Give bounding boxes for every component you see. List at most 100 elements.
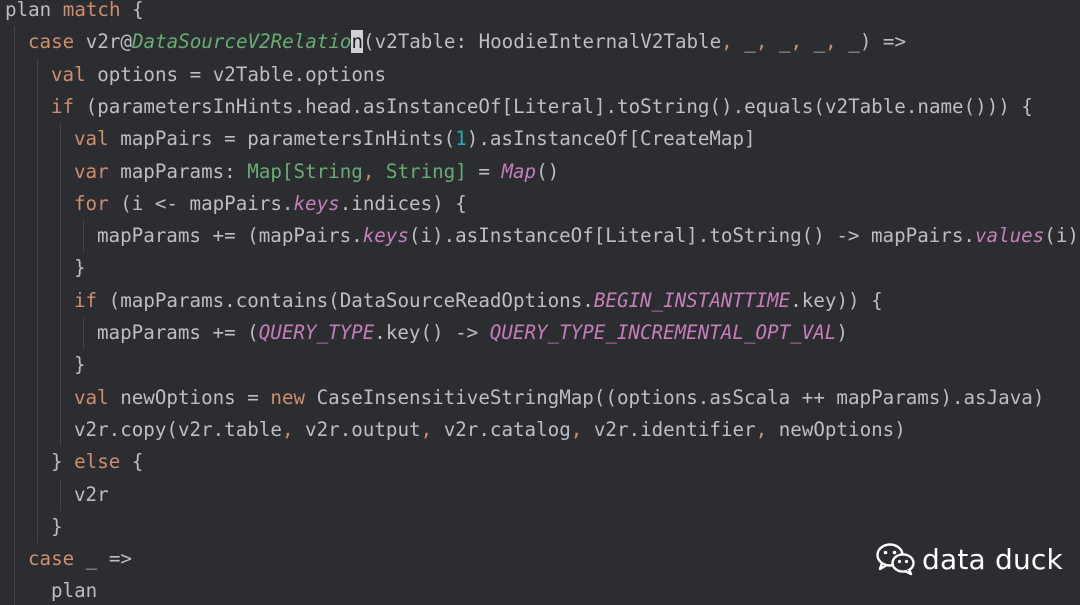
code-token: _ => — [74, 547, 132, 571]
watermark: data duck — [876, 538, 1063, 580]
code-token: val — [51, 62, 86, 86]
code-line[interactable]: } else { — [51, 446, 143, 478]
code-token: } — [51, 450, 75, 474]
code-line[interactable]: v2r.copy(v2r.table, v2r.output, v2r.cata… — [74, 414, 906, 446]
code-token: ).asInstanceOf[CreateMap] — [466, 127, 756, 151]
code-token: mapPairs = parametersInHints( — [108, 127, 456, 151]
code-token: match — [62, 0, 121, 21]
code-line[interactable]: if (parametersInHints.head.asInstanceOf[… — [51, 91, 1033, 123]
code-token: , — [570, 417, 594, 441]
code-token: (i).asInstanceOf[Literal].toString() -> … — [408, 224, 975, 248]
code-token: var — [74, 159, 109, 183]
code-token: _ — [778, 30, 791, 54]
code-line[interactable]: val mapPairs = parametersInHints(1).asIn… — [74, 123, 756, 155]
indent-guide — [14, 26, 15, 605]
code-token: (parametersInHints.head.asInstanceOf[Lit… — [74, 94, 1033, 118]
code-token: else — [74, 450, 121, 474]
code-line[interactable]: val newOptions = new CaseInsensitiveStri… — [74, 382, 1044, 414]
code-line[interactable]: mapParams += (mapPairs.keys(i).asInstanc… — [97, 220, 1080, 252]
code-token: Map[String — [247, 159, 363, 183]
code-token: Map — [501, 159, 537, 183]
text-cursor: n — [351, 30, 364, 54]
code-token: .key)) { — [790, 288, 883, 312]
code-token: QUERY_TYPE_INCREMENTAL_OPT_VAL — [489, 321, 837, 344]
code-token: , — [721, 30, 745, 54]
code-token: val — [74, 385, 109, 409]
code-token: 1 — [455, 127, 467, 151]
code-line[interactable]: } — [74, 349, 86, 381]
code-token: (i). — [1044, 224, 1080, 248]
code-token: keys — [293, 191, 340, 215]
code-token: plan — [51, 579, 98, 603]
code-token: (mapParams.contains(DataSourceReadOption… — [97, 288, 594, 312]
code-token: plan — [5, 0, 63, 21]
code-token: newOptions) — [778, 417, 906, 441]
code-token: keys — [362, 224, 409, 248]
code-line[interactable]: mapParams += (QUERY_TYPE.key() -> QUERY_… — [97, 317, 848, 349]
code-token: (v2Table: HoodieInternalV2Table — [363, 30, 722, 54]
code-line[interactable]: v2r — [74, 479, 109, 511]
code-token: if — [51, 94, 75, 118]
code-token: , — [755, 30, 779, 54]
code-line[interactable]: if (mapParams.contains(DataSourceReadOpt… — [74, 285, 883, 317]
code-token: .indices) { — [339, 191, 467, 215]
code-line[interactable]: } — [74, 252, 86, 284]
indent-guide — [60, 478, 61, 511]
wechat-icon — [876, 543, 915, 576]
code-token: , — [362, 159, 386, 183]
code-token: .key() -> — [374, 321, 490, 344]
code-token: (i <- mapPairs. — [108, 191, 294, 215]
code-token: , — [755, 417, 779, 441]
code-token: , — [790, 30, 814, 54]
code-token: () — [536, 159, 560, 183]
code-token: , — [281, 417, 306, 441]
code-line[interactable]: for (i <- mapPairs.keys.indices) { — [74, 188, 467, 220]
code-token: DataSourceV2Relatio — [131, 30, 352, 54]
code-token: options = v2Table.options — [85, 62, 387, 86]
code-token: = — [466, 159, 502, 183]
code-token: mapParams += ( — [97, 321, 259, 344]
code-line[interactable]: var mapParams: Map[String, String] = Map… — [74, 156, 559, 188]
code-token: v2r.identifier — [593, 417, 756, 441]
code-line[interactable]: } — [51, 511, 63, 543]
code-token: String] — [385, 159, 467, 183]
code-line[interactable]: case v2r@DataSourceV2Relation(v2Table: H… — [28, 26, 906, 58]
code-line[interactable]: val options = v2Table.options — [51, 59, 386, 91]
indent-guide — [83, 220, 84, 253]
indent-guide — [37, 58, 38, 544]
code-line[interactable]: case _ => — [28, 543, 132, 575]
code-token: } — [51, 514, 63, 538]
code-line[interactable]: plan match { — [5, 0, 144, 26]
code-token: QUERY_TYPE — [258, 321, 375, 344]
code-token: _ — [744, 30, 756, 54]
code-token: CaseInsensitiveStringMap((options.asScal… — [305, 385, 1045, 409]
watermark-text: data duck — [922, 542, 1063, 576]
code-token: for — [74, 191, 109, 215]
indent-guide — [83, 317, 84, 350]
code-token: ) — [836, 321, 848, 344]
indent-guide — [60, 123, 61, 447]
code-token: _ — [813, 30, 826, 54]
code-token: { — [120, 450, 144, 474]
code-token: } — [74, 256, 86, 280]
code-token: case — [28, 547, 75, 571]
code-token: v2r — [74, 482, 109, 506]
code-token: mapParams: — [108, 159, 248, 183]
code-token: v2r@ — [74, 30, 132, 54]
code-token: } — [74, 353, 86, 377]
code-token: case — [28, 30, 75, 54]
code-token: BEGIN_INSTANTTIME — [593, 288, 791, 312]
code-token: , — [420, 417, 444, 441]
code-token: mapParams += (mapPairs. — [97, 224, 363, 248]
code-token: newOptions = — [108, 385, 271, 409]
code-editor[interactable]: plan match {case v2r@DataSourceV2Relatio… — [0, 0, 1080, 605]
code-token: { — [120, 0, 144, 21]
code-token: values — [974, 224, 1045, 248]
code-token: , — [825, 30, 849, 54]
code-token: new — [270, 385, 306, 409]
code-token: v2r.output — [305, 417, 421, 441]
code-token: if — [74, 288, 98, 312]
code-token: v2r.copy(v2r.table — [74, 417, 282, 441]
code-line[interactable]: plan — [51, 575, 97, 605]
code-token: val — [74, 127, 109, 151]
